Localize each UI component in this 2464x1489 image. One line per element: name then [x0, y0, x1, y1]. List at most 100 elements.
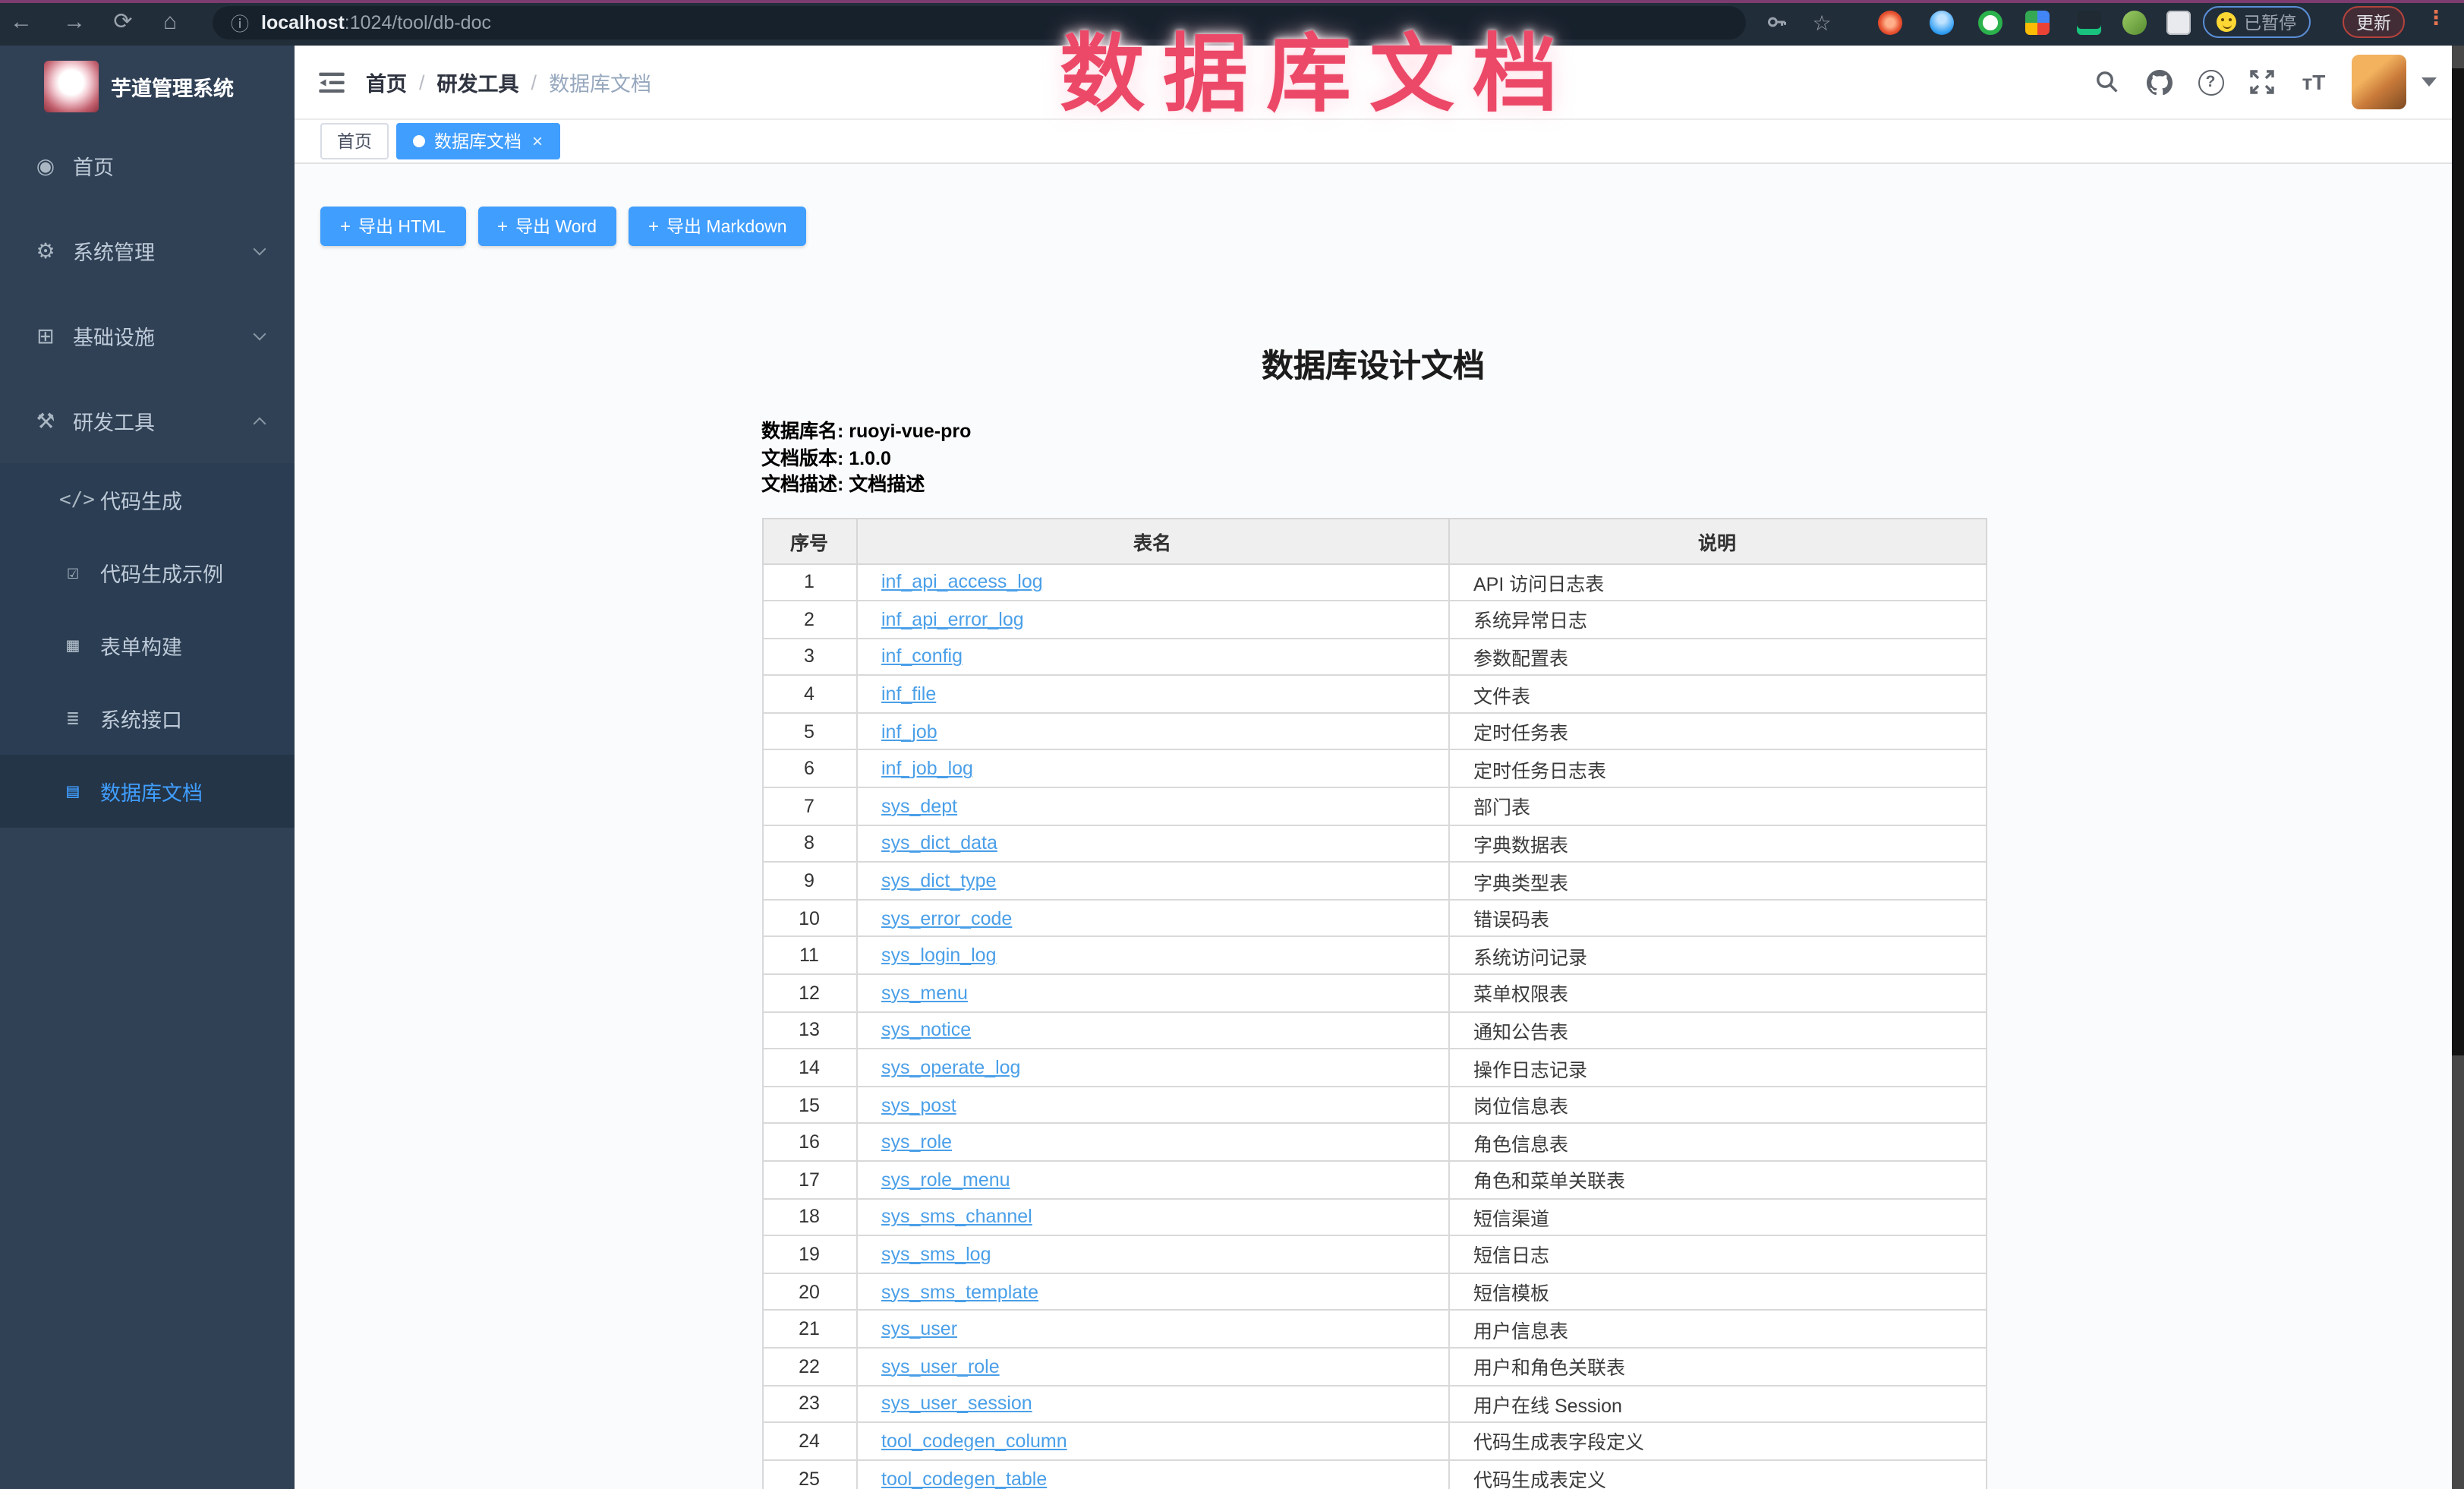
row-index-cell: 16 — [762, 1124, 856, 1161]
row-index-cell: 4 — [762, 676, 856, 713]
extension-icon[interactable] — [1930, 11, 1954, 35]
sidebar-item-label: 基础设施 — [73, 320, 155, 351]
table-name-link[interactable]: sys_sms_channel — [881, 1207, 1032, 1228]
browser-menu-icon[interactable]: ⋮ — [2426, 12, 2432, 23]
sidebar-item-系统管理[interactable]: ⚙系统管理 — [0, 208, 295, 293]
table-name-link[interactable]: sys_role_menu — [881, 1169, 1010, 1191]
bookmark-star-icon[interactable]: ☆ — [1807, 0, 1837, 46]
fullscreen-icon[interactable] — [2236, 70, 2288, 94]
window-accent-line — [0, 0, 2464, 3]
table-name-link[interactable]: sys_notice — [881, 1020, 971, 1041]
export-button-导出 Word[interactable]: +导出 Word — [477, 207, 616, 246]
table-row: 4inf_file文件表 — [762, 676, 1986, 713]
password-key-icon[interactable] — [1761, 0, 1791, 46]
github-icon[interactable] — [2133, 69, 2185, 95]
extension-icon[interactable] — [2077, 11, 2101, 35]
extension-icon[interactable] — [1878, 11, 1902, 35]
sidebar-item-基础设施[interactable]: ⊞基础设施 — [0, 293, 295, 378]
table-row: 9sys_dict_type字典类型表 — [762, 863, 1986, 900]
table-name-link[interactable]: sys_dept — [881, 796, 957, 817]
font-size-icon[interactable]: тT — [2288, 70, 2340, 94]
page-scrollbar[interactable] — [2452, 46, 2464, 1489]
table-name-link[interactable]: sys_error_code — [881, 907, 1012, 929]
extension-icon[interactable] — [1978, 11, 2002, 35]
table-name-link[interactable]: sys_role — [881, 1131, 952, 1153]
sidebar-item-研发工具[interactable]: ⚒研发工具 — [0, 378, 295, 463]
tab-首页[interactable]: 首页 — [320, 122, 389, 159]
table-name-cell: inf_job_log — [856, 750, 1448, 787]
site-info-icon[interactable]: ⓘ — [231, 10, 249, 36]
search-icon[interactable] — [2081, 70, 2133, 94]
table-name-link[interactable]: sys_dict_data — [881, 833, 997, 854]
table-row: 7sys_dept部门表 — [762, 787, 1986, 825]
sidebar-subitem-数据库文档[interactable]: ▤数据库文档 — [0, 755, 295, 828]
table-name-link[interactable]: inf_api_access_log — [881, 572, 1043, 593]
export-button-导出 Markdown[interactable]: +导出 Markdown — [629, 207, 807, 246]
sidebar-subitem-代码生成示例[interactable]: ☑代码生成示例 — [0, 536, 295, 609]
user-menu-caret-icon[interactable] — [2421, 77, 2437, 87]
export-toolbar: +导出 HTML +导出 Word +导出 Markdown — [320, 207, 2452, 246]
page-scrollbar-thumb[interactable] — [2452, 68, 2464, 1055]
browser-home-icon[interactable]: ⌂ — [155, 0, 185, 46]
table-name-link[interactable]: inf_job_log — [881, 759, 973, 780]
table-name-link[interactable]: sys_operate_log — [881, 1057, 1020, 1078]
table-row: 8sys_dict_data字典数据表 — [762, 825, 1986, 862]
browser-forward-icon[interactable]: → — [59, 0, 90, 46]
breadcrumb-separator: / — [531, 71, 537, 93]
navbar: 首页/研发工具/数据库文档 ? тT — [295, 46, 2452, 120]
table-name-link[interactable]: sys_dict_type — [881, 870, 996, 891]
user-avatar[interactable] — [2352, 55, 2406, 109]
help-icon[interactable]: ? — [2185, 69, 2236, 95]
table-name-link[interactable]: inf_config — [881, 646, 963, 667]
sidebar-collapse-icon[interactable] — [319, 71, 345, 93]
table-name-link[interactable]: sys_post — [881, 1094, 956, 1115]
gear-icon: ⚙ — [32, 238, 59, 263]
sidebar-menu: ◉首页⚙系统管理⊞基础设施⚒研发工具 — [0, 123, 295, 463]
sidebar-subitem-系统接口[interactable]: ≣系统接口 — [0, 682, 295, 755]
doc-meta-value: 1.0.0 — [849, 447, 891, 468]
table-row: 10sys_error_code错误码表 — [762, 900, 1986, 937]
sidebar-subitem-表单构建[interactable]: ▦表单构建 — [0, 609, 295, 682]
extension-icon[interactable] — [2122, 11, 2147, 35]
doc-title: 数据库设计文档 — [761, 342, 1985, 387]
table-name-link[interactable]: tool_codegen_table — [881, 1468, 1047, 1489]
table-name-link[interactable]: inf_job — [881, 721, 937, 742]
browser-reload-icon[interactable]: ⟳ — [108, 0, 138, 46]
export-button-导出 HTML[interactable]: +导出 HTML — [320, 207, 465, 246]
table-name-cell: sys_notice — [856, 1011, 1448, 1049]
table-name-link[interactable]: sys_user_session — [881, 1393, 1032, 1415]
table-name-cell: sys_user_role — [856, 1348, 1448, 1385]
app-logo-row[interactable]: 芋道管理系统 — [0, 46, 295, 123]
breadcrumb-item[interactable]: 首页 — [366, 67, 407, 97]
table-name-link[interactable]: tool_codegen_column — [881, 1431, 1067, 1452]
table-name-link[interactable]: inf_file — [881, 683, 936, 705]
tab-数据库文档[interactable]: 数据库文档× — [396, 122, 559, 159]
code-icon: </> — [59, 488, 87, 511]
breadcrumb-item[interactable]: 研发工具 — [437, 67, 519, 97]
table-name-link[interactable]: sys_user — [881, 1318, 957, 1339]
browser-chrome: ← → ⟳ ⌂ ⓘ localhost:1024/tool/db-doc ☆ 已… — [0, 0, 2464, 46]
extension-icon[interactable] — [2025, 11, 2050, 35]
url-path: :1024/tool/db-doc — [345, 12, 491, 33]
puzzle-extension-icon[interactable] — [2166, 11, 2191, 35]
paused-extension-badge[interactable]: 已暂停 — [2203, 6, 2310, 38]
chrome-update-button[interactable]: 更新 — [2343, 6, 2405, 38]
table-name-link[interactable]: sys_sms_template — [881, 1281, 1038, 1302]
table-name-link[interactable]: sys_menu — [881, 983, 968, 1004]
table-name-link[interactable]: sys_login_log — [881, 945, 997, 966]
row-index-cell: 25 — [762, 1460, 856, 1489]
table-name-link[interactable]: inf_api_error_log — [881, 609, 1024, 630]
export-button-label: 导出 Word — [515, 214, 597, 238]
browser-back-icon[interactable]: ← — [6, 0, 36, 46]
address-bar[interactable]: ⓘ localhost:1024/tool/db-doc — [213, 6, 1746, 39]
row-index-cell: 7 — [762, 787, 856, 825]
sidebar-subitem-代码生成[interactable]: </>代码生成 — [0, 463, 295, 536]
sidebar-item-首页[interactable]: ◉首页 — [0, 123, 295, 208]
table-desc-cell: API 访问日志表 — [1448, 563, 1986, 601]
table-name-link[interactable]: sys_user_role — [881, 1356, 1000, 1377]
table-name-link[interactable]: sys_sms_log — [881, 1244, 991, 1265]
column-header: 表名 — [856, 518, 1448, 563]
close-tab-icon[interactable]: × — [532, 130, 543, 151]
table-desc-cell: 系统访问记录 — [1448, 937, 1986, 974]
table-desc-cell: 错误码表 — [1448, 900, 1986, 937]
